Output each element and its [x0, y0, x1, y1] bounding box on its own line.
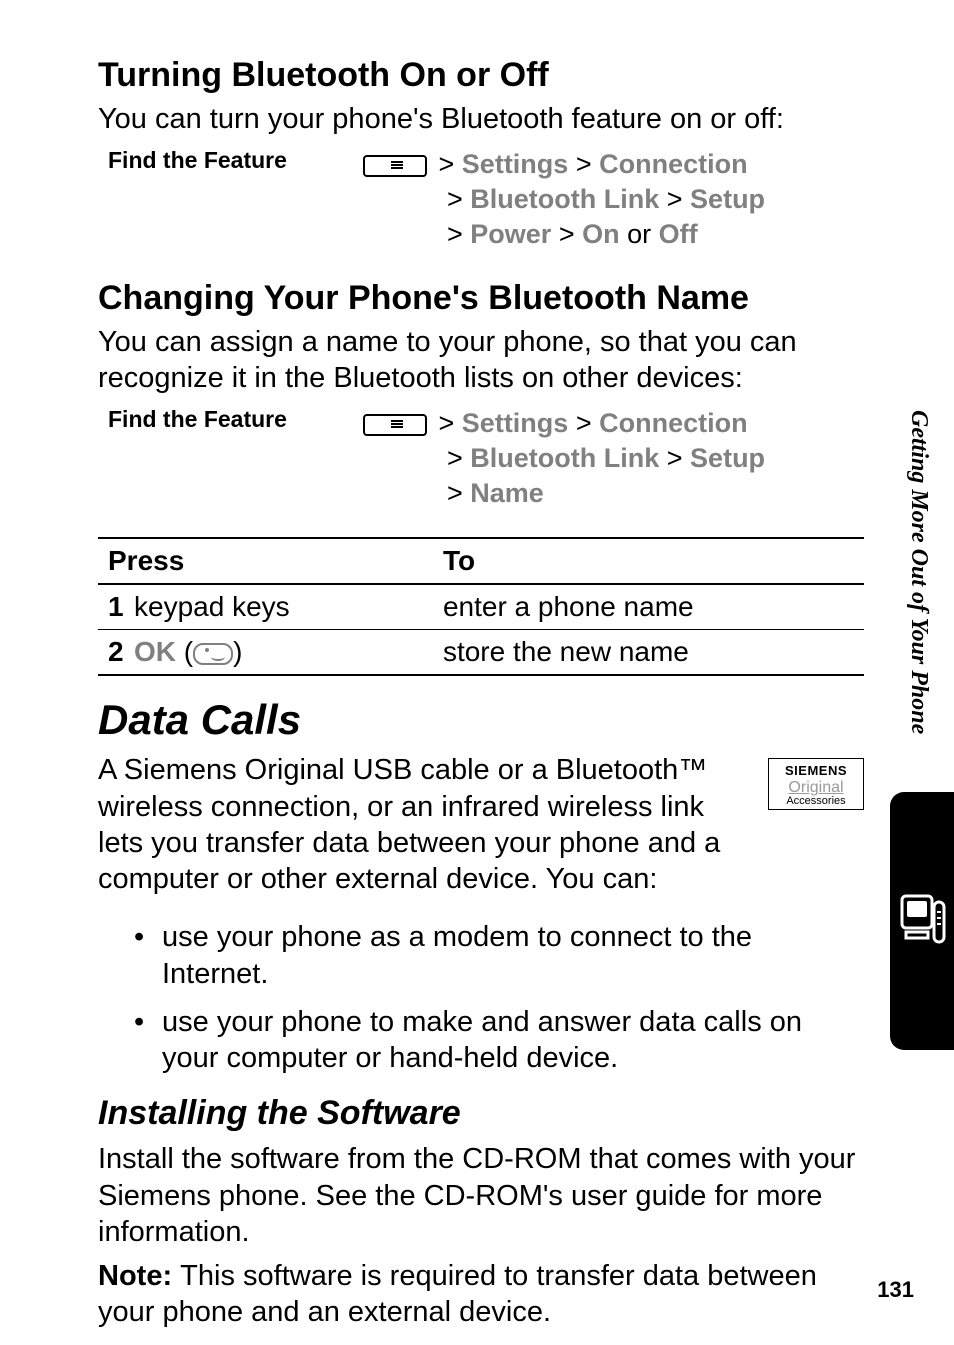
th-to: To [439, 538, 864, 584]
menu-key-icon [363, 155, 427, 177]
intro-bluetooth-onoff: You can turn your phone's Bluetooth feat… [98, 101, 864, 137]
page-content: Turning Bluetooth On or Off You can turn… [0, 0, 954, 1331]
siemens-accessories-badge: SIEMENS Original Accessories [768, 758, 864, 810]
computer-phone-icon [898, 892, 946, 950]
note-body: This software is required to transfer da… [98, 1260, 817, 1328]
find-feature-label: Find the Feature [108, 406, 363, 433]
row-press: OK () [130, 630, 439, 676]
row-number: 2 [98, 630, 130, 676]
heading-bluetooth-name: Changing Your Phone's Bluetooth Name [98, 279, 864, 318]
row-to: store the new name [439, 630, 864, 676]
heading-data-calls: Data Calls [98, 696, 864, 744]
siemens-brand-label: SIEMENS [771, 763, 861, 778]
intro-bluetooth-name: You can assign a name to your phone, so … [98, 324, 864, 397]
th-press: Press [98, 538, 439, 584]
siemens-accessories-label: Accessories [771, 796, 861, 807]
nav-path-1: > Settings > Connection > Bluetooth Link… [363, 147, 765, 252]
table-header-row: Press To [98, 538, 864, 584]
table-row: 1 keypad keys enter a phone name [98, 584, 864, 630]
find-feature-block-1: Find the Feature > Settings > Connection… [108, 147, 864, 252]
row-to: enter a phone name [439, 584, 864, 630]
data-calls-row: A Siemens Original USB cable or a Blueto… [98, 752, 864, 905]
row-number: 1 [98, 584, 130, 630]
row-press: keypad keys [130, 584, 439, 630]
page-number: 131 [877, 1277, 914, 1303]
installing-software-p1: Install the software from the CD-ROM tha… [98, 1141, 864, 1250]
section-side-label: Getting More Out of Your Phone [905, 410, 932, 734]
note-label: Note: [98, 1260, 180, 1292]
section-tab [890, 792, 954, 1050]
list-item: use your phone as a modem to connect to … [134, 919, 864, 992]
nav-path-2: > Settings > Connection > Bluetooth Link… [363, 406, 765, 511]
menu-key-icon [363, 414, 427, 436]
table-row: 2 OK () store the new name [98, 630, 864, 676]
heading-bluetooth-onoff: Turning Bluetooth On or Off [98, 56, 864, 95]
find-feature-label: Find the Feature [108, 147, 363, 174]
ok-key-icon [193, 643, 233, 665]
intro-data-calls: A Siemens Original USB cable or a Blueto… [98, 752, 754, 897]
siemens-original-label: Original [771, 780, 861, 796]
heading-installing-software: Installing the Software [98, 1094, 864, 1133]
installing-software-note: Note: This software is required to trans… [98, 1258, 864, 1331]
data-calls-bullets: use your phone as a modem to connect to … [134, 919, 864, 1076]
find-feature-block-2: Find the Feature > Settings > Connection… [108, 406, 864, 511]
list-item: use your phone to make and answer data c… [134, 1004, 864, 1077]
press-to-table: Press To 1 keypad keys enter a phone nam… [98, 537, 864, 676]
